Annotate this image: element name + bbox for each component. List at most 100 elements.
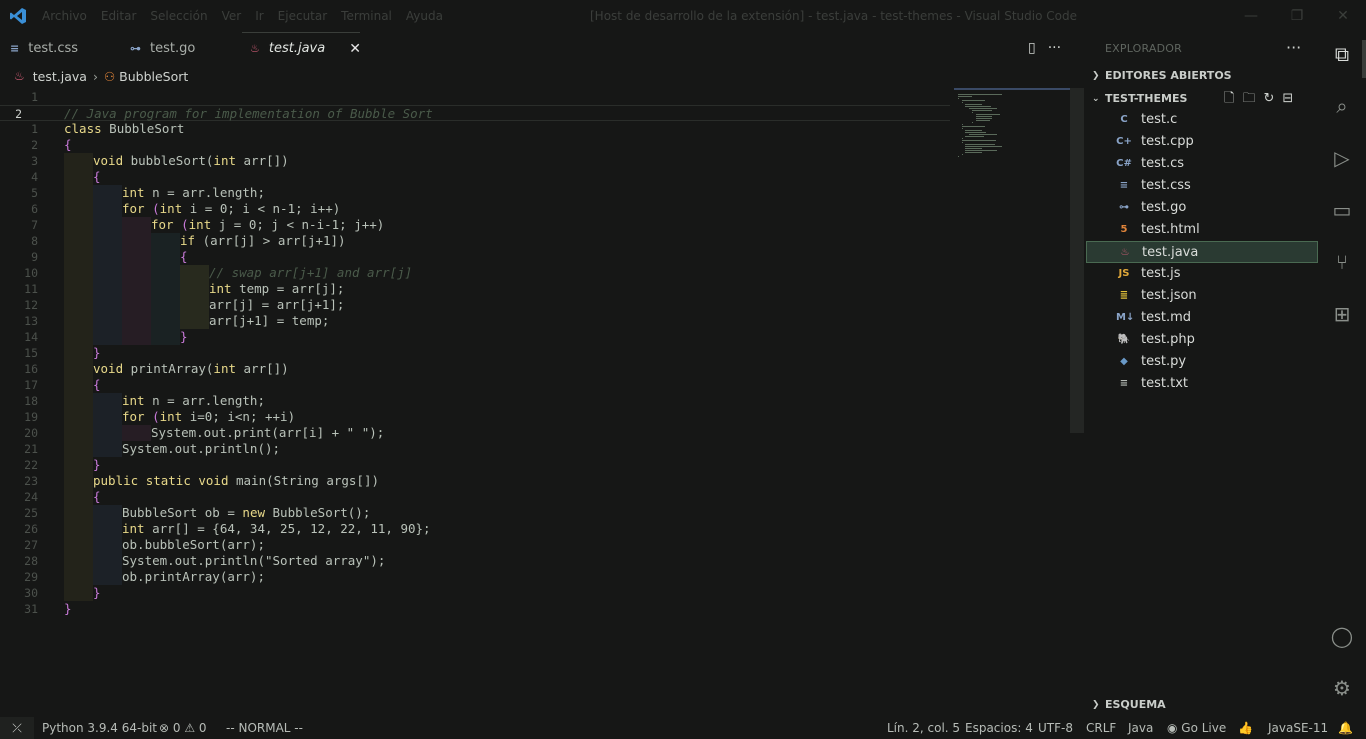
code-line[interactable]: 6 for (int i = 0; i < n-1; i++)	[0, 201, 950, 217]
problems-indicator[interactable]: ⊗ 0 ⚠ 0	[159, 717, 207, 739]
minimize-button[interactable]: —	[1228, 0, 1274, 32]
tab-test-java[interactable]: ♨ test.java ✕	[242, 32, 361, 64]
tab-test-css[interactable]: ≡ test.css	[10, 32, 78, 64]
workspace-section[interactable]: ⌄ TEST-THEMES 🗋 🗀 ↻ ⊟	[1086, 88, 1318, 110]
line-ending[interactable]: CRLF	[1086, 717, 1116, 739]
java-runtime[interactable]: JavaSE-11	[1268, 717, 1328, 739]
code-line[interactable]: 25 BubbleSort ob = new BubbleSort();	[0, 505, 950, 521]
code-line[interactable]: 26 int arr[] = {64, 34, 25, 12, 22, 11, 9…	[0, 521, 950, 537]
more-actions-icon[interactable]: ···	[1048, 40, 1061, 56]
code-line[interactable]: 13 arr[j+1] = temp;	[0, 313, 950, 329]
menu-editar[interactable]: Editar	[101, 9, 137, 23]
menu-ayuda[interactable]: Ayuda	[406, 9, 443, 23]
menu-seleccion[interactable]: Selección	[150, 9, 207, 23]
menu-ejecutar[interactable]: Ejecutar	[278, 9, 328, 23]
code-text: arr[j] = arr[j+1];	[209, 297, 345, 312]
code-line[interactable]: 17 {	[0, 377, 950, 393]
code-line[interactable]: 28 System.out.println("Sorted array");	[0, 553, 950, 569]
search-icon[interactable]: ⌕	[1330, 94, 1354, 118]
sidebar-scrollbar[interactable]	[1362, 40, 1366, 78]
code-line[interactable]: 31}	[0, 601, 950, 617]
file-item-test-js[interactable]: JS test.js	[1086, 263, 1318, 285]
code-line[interactable]: 14}	[0, 329, 950, 345]
menu-ir[interactable]: Ir	[255, 9, 263, 23]
code-line[interactable]: 9{	[0, 249, 950, 265]
code-line[interactable]: 18 int n = arr.length;	[0, 393, 950, 409]
file-item-test-html[interactable]: 5 test.html	[1086, 219, 1318, 241]
menu-ver[interactable]: Ver	[222, 9, 242, 23]
run-debug-icon[interactable]: ▷	[1330, 146, 1354, 170]
file-item-test-cs[interactable]: C# test.cs	[1086, 153, 1318, 175]
file-item-test-java[interactable]: ♨ test.java	[1086, 241, 1318, 263]
code-line[interactable]: 1 class BubbleSort	[0, 121, 950, 137]
code-line[interactable]: 7 for (int j = 0; j < n-i-1; j++)	[0, 217, 950, 233]
encoding[interactable]: UTF-8	[1038, 717, 1073, 739]
code-line[interactable]: 19 for (int i=0; i<n; ++i)	[0, 409, 950, 425]
close-window-button[interactable]: ✕	[1320, 0, 1366, 32]
explorer-sidebar: EXPLORADOR ··· ❯ EDITORES ABIERTOS ⌄ TES…	[1086, 32, 1318, 718]
indentation[interactable]: Espacios: 4	[965, 717, 1033, 739]
code-line[interactable]: 12 arr[j] = arr[j+1];	[0, 297, 950, 313]
menu-terminal[interactable]: Terminal	[341, 9, 392, 23]
cursor-position[interactable]: Lín. 2, col. 5	[887, 717, 960, 739]
new-file-icon[interactable]: 🗋	[1224, 88, 1234, 110]
breadcrumb-symbol[interactable]: BubbleSort	[119, 69, 188, 84]
code-line[interactable]: 30}	[0, 585, 950, 601]
code-line[interactable]: 10 // swap arr[j+1] and arr[j]	[0, 265, 950, 281]
code-line[interactable]: 2 // Java program for implementation of B…	[0, 105, 950, 121]
code-line[interactable]: 3 void bubbleSort(int arr[])	[0, 153, 950, 169]
minimap[interactable]	[952, 88, 1070, 433]
refresh-icon[interactable]: ↻	[1263, 88, 1274, 110]
file-item-test-cpp[interactable]: C+ test.cpp	[1086, 131, 1318, 153]
file-item-test-txt[interactable]: ≡ test.txt	[1086, 373, 1318, 395]
maximize-button[interactable]: ❐	[1274, 0, 1320, 32]
code-line[interactable]: 2{	[0, 137, 950, 153]
go-live-button[interactable]: ◉ Go Live	[1167, 717, 1226, 739]
code-line[interactable]: 24 {	[0, 489, 950, 505]
file-item-test-py[interactable]: ◆ test.py	[1086, 351, 1318, 373]
file-item-test-css[interactable]: ≡ test.css	[1086, 175, 1318, 197]
feedback-icon[interactable]: 👍	[1238, 717, 1253, 739]
code-editor[interactable]: 1 2// Java program for implementation of …	[0, 88, 950, 718]
file-item-test-c[interactable]: Ctest.c	[1086, 109, 1318, 131]
file-item-test-json[interactable]: ≣ test.json	[1086, 285, 1318, 307]
code-line[interactable]: 27 ob.bubbleSort(arr);	[0, 537, 950, 553]
remote-explorer-icon[interactable]: ▭	[1330, 198, 1354, 222]
split-editor-icon[interactable]: ▯	[1028, 40, 1036, 56]
code-line[interactable]: 23 public static void main(String args[])	[0, 473, 950, 489]
breadcrumb-separator: ›	[92, 68, 98, 84]
editor-scrollbar[interactable]	[1070, 88, 1084, 433]
code-line[interactable]: 20 System.out.print(arr[i] + " ");	[0, 425, 950, 441]
extensions-icon[interactable]: ⊞	[1330, 302, 1354, 326]
file-item-test-go[interactable]: ⊶ test.go	[1086, 197, 1318, 219]
language-mode[interactable]: Java	[1128, 717, 1153, 739]
code-line[interactable]: 22}	[0, 457, 950, 473]
code-line[interactable]: 1	[0, 89, 950, 105]
source-control-icon[interactable]: ⑂	[1330, 250, 1354, 274]
code-line[interactable]: 29 ob.printArray(arr);	[0, 569, 950, 585]
explorer-more-icon[interactable]: ···	[1286, 38, 1301, 57]
open-editors-section[interactable]: ❯ EDITORES ABIERTOS	[1086, 65, 1318, 87]
menu-archivo[interactable]: Archivo	[42, 9, 87, 23]
python-interpreter[interactable]: Python 3.9.4 64-bit	[42, 717, 157, 739]
remote-indicator-icon[interactable]: ⤫	[0, 717, 34, 739]
code-line[interactable]: 16 void printArray(int arr[])	[0, 361, 950, 377]
breadcrumb-file[interactable]: test.java	[33, 69, 87, 84]
code-line[interactable]: 15}	[0, 345, 950, 361]
collapse-all-icon[interactable]: ⊟	[1282, 88, 1293, 110]
tab-test-go[interactable]: ⊶ test.go	[130, 32, 195, 64]
new-folder-icon[interactable]: 🗀	[1242, 88, 1255, 110]
code-line[interactable]: 21 System.out.println();	[0, 441, 950, 457]
notifications-bell-icon[interactable]: 🔔	[1338, 717, 1353, 739]
outline-section[interactable]: ❯ ESQUEMA	[1086, 694, 1318, 716]
close-tab-icon[interactable]: ✕	[349, 41, 361, 57]
code-line[interactable]: 8 if (arr[j] > arr[j+1])	[0, 233, 950, 249]
file-item-test-md[interactable]: M↓ test.md	[1086, 307, 1318, 329]
settings-gear-icon[interactable]: ⚙	[1330, 676, 1354, 700]
code-line[interactable]: 5 int n = arr.length;	[0, 185, 950, 201]
code-line[interactable]: 11 int temp = arr[j];	[0, 281, 950, 297]
file-item-test-php[interactable]: 🐘 test.php	[1086, 329, 1318, 351]
explorer-icon[interactable]: ⧉	[1330, 42, 1354, 66]
account-icon[interactable]: ◯	[1330, 624, 1354, 648]
code-line[interactable]: 4{	[0, 169, 950, 185]
